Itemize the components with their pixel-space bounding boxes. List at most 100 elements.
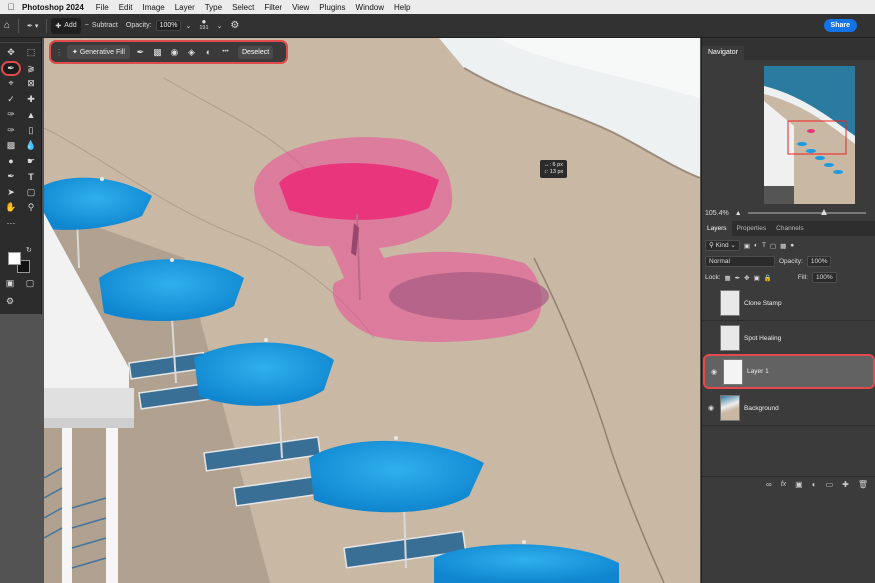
opacity-dropdown-icon[interactable]: ⌄ [181, 18, 195, 34]
gear-icon[interactable]: ⚙ [226, 18, 243, 34]
menu-window[interactable]: Window [356, 3, 384, 12]
lock-transparent-icon[interactable]: ▦ [725, 274, 731, 282]
menu-help[interactable]: Help [394, 3, 410, 12]
lock-artboard-icon[interactable]: ▣ [754, 274, 760, 282]
mask-icon[interactable]: ◉ [168, 46, 181, 59]
brush-size-picker[interactable]: ● 191 [195, 17, 212, 34]
hand-tool-icon[interactable]: ✋ [1, 200, 21, 216]
new-layer-icon[interactable]: ✚ [842, 480, 849, 489]
foreground-color-swatch[interactable] [8, 252, 21, 265]
filter-shape-icon[interactable]: ▢ [770, 242, 776, 250]
zoom-slider-knob[interactable] [821, 209, 828, 215]
pen-tool-icon[interactable]: ✒ [1, 169, 21, 185]
swap-colors-icon[interactable]: ↻ [26, 246, 32, 254]
path-selection-tool-icon[interactable]: ➤ [1, 185, 21, 201]
clone-stamp-tool-icon[interactable]: ▲ [21, 107, 41, 123]
screen-mode-icon[interactable]: ▢ [22, 278, 38, 289]
fill-icon[interactable]: ◈ [185, 46, 198, 59]
filter-type-icon[interactable]: T [762, 242, 766, 249]
eyedropper-tool-icon[interactable]: ✓ [1, 92, 21, 108]
type-tool-icon[interactable]: T [21, 169, 41, 185]
chevron-down-icon[interactable]: ⌄ [213, 18, 227, 34]
layer-row-layer-1[interactable]: ◉ Layer 1 [703, 354, 875, 389]
kind-filter-select[interactable]: ⚲ Kind ⌄ [705, 240, 740, 251]
adjustment-layer-icon[interactable]: ◐ [812, 480, 817, 489]
filter-smart-object-icon[interactable]: ▩ [780, 242, 786, 250]
link-layers-icon[interactable]: ∞ [766, 480, 772, 489]
smudge-tool-icon[interactable]: ☛ [21, 154, 41, 170]
more-tools-icon[interactable]: ⋯ [1, 216, 21, 232]
home-icon[interactable]: ⌂ [0, 18, 14, 34]
add-mask-icon[interactable]: ▣ [795, 480, 803, 489]
tab-navigator[interactable]: Navigator [702, 46, 744, 60]
zoom-out-icon[interactable]: ▲ [735, 210, 742, 217]
frame-tool-icon[interactable]: ⊠ [21, 76, 41, 92]
selection-brush-tool-icon[interactable]: ✒ [1, 60, 21, 76]
healing-brush-tool-icon[interactable]: ✚ [21, 92, 41, 108]
tab-layers[interactable]: Layers [702, 221, 732, 236]
share-button[interactable]: Share [823, 19, 857, 32]
zoom-value[interactable]: 105.4% [705, 210, 729, 217]
layer-filter-row: ⚲ Kind ⌄ ▣ ◐ T ▢ ▩ ● [705, 239, 873, 252]
move-tool-icon[interactable]: ✥ [1, 45, 21, 61]
adjustment-icon[interactable]: ◐ [202, 46, 215, 59]
blur-tool-icon[interactable]: 💧 [21, 138, 41, 154]
layer-row-clone-stamp[interactable]: Clone Stamp [702, 286, 875, 321]
quick-mask-icon[interactable]: ▣ [2, 278, 18, 289]
filter-adjustment-icon[interactable]: ◐ [754, 242, 758, 249]
layer-row-spot-healing[interactable]: Spot Healing [702, 321, 875, 356]
brush-tool-icon[interactable]: ✑ [1, 107, 21, 123]
crop-tool-icon[interactable]: ⌖ [1, 76, 21, 92]
menu-select[interactable]: Select [232, 3, 254, 12]
tool-preset-icon[interactable]: ✒ ▾ [23, 18, 42, 34]
apple-menu-icon[interactable]:  [0, 2, 22, 12]
new-group-icon[interactable]: ▭ [826, 480, 834, 489]
generative-fill-button[interactable]: ✦ Generative Fill [67, 45, 130, 59]
marquee-tool-icon[interactable]: ⬚ [21, 45, 41, 61]
subtract-mode-button[interactable]: − Subtract [81, 18, 122, 34]
eye-icon[interactable]: ◉ [702, 404, 720, 412]
menu-filter[interactable]: Filter [264, 3, 282, 12]
lock-pixels-icon[interactable]: ✒ [735, 274, 740, 282]
filter-toggle-icon[interactable]: ● [790, 242, 794, 249]
deselect-button[interactable]: Deselect [237, 45, 274, 59]
lock-all-icon[interactable]: 🔒 [764, 274, 772, 282]
menu-plugins[interactable]: Plugins [319, 3, 345, 12]
lock-position-icon[interactable]: ✥ [744, 274, 749, 282]
fill-field[interactable]: 100% [811, 272, 837, 283]
modify-selection-icon[interactable]: ✒ [134, 46, 147, 59]
menu-image[interactable]: Image [142, 3, 164, 12]
menu-view[interactable]: View [292, 3, 309, 12]
zoom-slider[interactable] [747, 209, 866, 215]
eraser-tool-icon[interactable]: ▯ [21, 123, 41, 139]
object-select-tool-icon[interactable]: ⫺ [21, 61, 41, 77]
zoom-tool-icon[interactable]: ⚲ [21, 200, 41, 216]
layer-name: Clone Stamp [744, 299, 782, 307]
layer-row-background[interactable]: ◉ Background [702, 391, 875, 426]
history-brush-tool-icon[interactable]: ✑ [1, 123, 21, 139]
app-menu[interactable]: Photoshop 2024 [22, 3, 84, 12]
menu-type[interactable]: Type [205, 3, 222, 12]
more-options-icon[interactable]: ••• [219, 46, 232, 59]
navigator-thumbnail[interactable] [764, 66, 855, 204]
layer-opacity-field[interactable]: 100% [806, 256, 832, 267]
rectangle-tool-icon[interactable]: ▢ [21, 185, 41, 201]
edit-toolbar-icon[interactable]: ⚙ [2, 296, 18, 307]
opacity-field[interactable]: 100% [155, 20, 182, 31]
menu-file[interactable]: File [96, 3, 109, 12]
tab-properties[interactable]: Properties [732, 221, 772, 236]
dodge-tool-icon[interactable]: ● [1, 154, 21, 170]
menu-layer[interactable]: Layer [175, 3, 195, 12]
filter-pixel-icon[interactable]: ▣ [744, 242, 750, 250]
tab-channels[interactable]: Channels [771, 221, 808, 236]
menu-edit[interactable]: Edit [119, 3, 133, 12]
blend-mode-select[interactable]: Normal [705, 256, 775, 267]
trash-icon[interactable]: 🗑 [858, 480, 868, 489]
gradient-tool-icon[interactable]: ▩ [1, 138, 21, 154]
invert-selection-icon[interactable]: ▩ [151, 46, 164, 59]
grip-icon[interactable]: ⋮ [55, 48, 63, 57]
add-mode-button[interactable]: ✚ Add [51, 17, 81, 34]
fx-icon[interactable]: fx [781, 481, 786, 488]
document-canvas[interactable] [44, 38, 700, 583]
eye-icon[interactable]: ◉ [705, 368, 723, 376]
